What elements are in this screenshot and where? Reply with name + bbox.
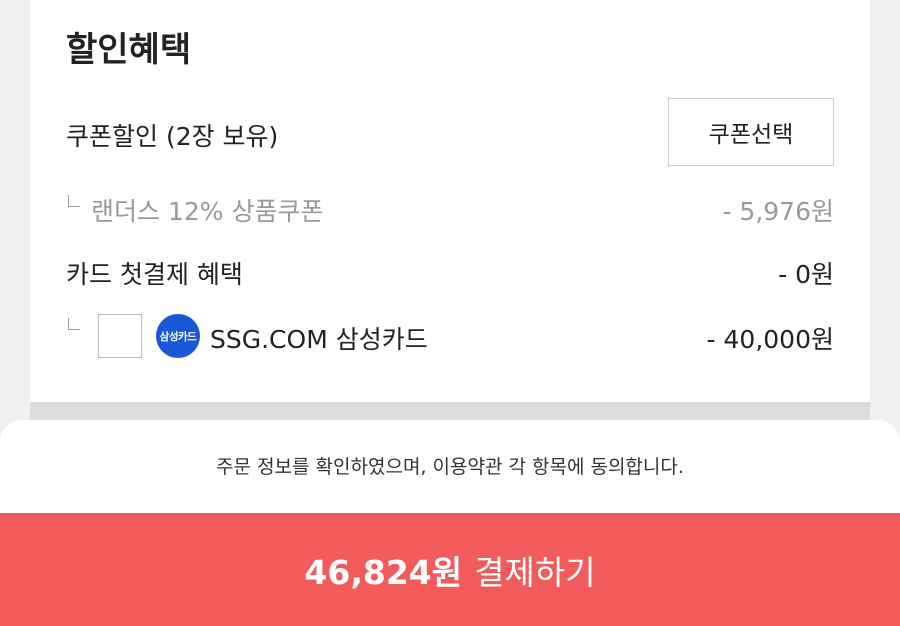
applied-coupon-name: 랜더스 12% 상품쿠폰	[91, 197, 324, 226]
coupon-discount-label: 쿠폰할인 (2장 보유)	[66, 122, 279, 151]
applied-coupon-amount: - 5,976원	[722, 197, 834, 226]
sub-item-branch-icon	[68, 318, 80, 330]
card-option-name: SSG.COM 삼성카드	[210, 325, 428, 354]
samsung-card-logo-icon: 삼성카드	[156, 314, 200, 358]
card-benefit-label: 카드 첫결제 혜택	[66, 260, 243, 289]
coupon-select-button[interactable]: 쿠폰선택	[668, 98, 834, 166]
pay-label: 결제하기	[474, 552, 596, 592]
section-title: 할인혜택	[66, 30, 192, 70]
pay-button[interactable]: 46,824원 결제하기	[0, 513, 900, 626]
agreement-text: 주문 정보를 확인하였으며, 이용약관 각 항목에 동의합니다.	[216, 456, 684, 478]
pay-amount: 46,824원	[304, 552, 463, 592]
sub-item-branch-icon	[68, 195, 80, 207]
card-benefit-amount: - 0원	[778, 260, 834, 289]
card-option-amount: - 40,000원	[706, 325, 834, 354]
card-option-checkbox[interactable]	[98, 314, 142, 358]
